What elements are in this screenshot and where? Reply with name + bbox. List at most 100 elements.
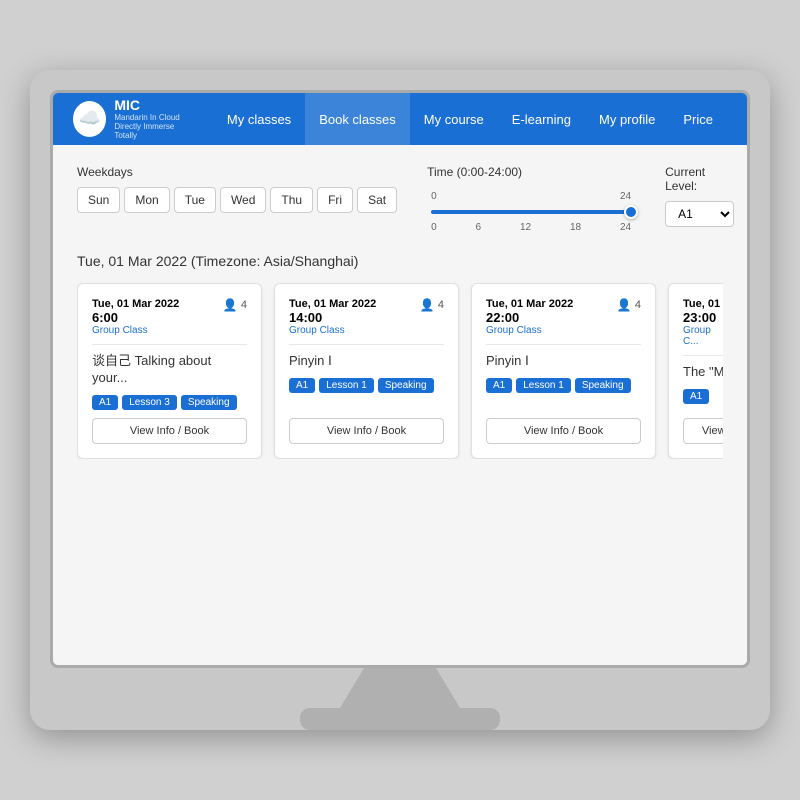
screen-content: ☁️ MIC Mandarin In Cloud Directly Immers… [53, 93, 747, 665]
level-filter: Current Level: A1 A2 B1 B2 [665, 165, 734, 227]
logo-icon: ☁️ [73, 101, 106, 137]
card-time-4: 23:00 [683, 310, 723, 325]
view-book-btn-3[interactable]: View Info / Book [486, 418, 641, 444]
logo-abbr: MIC [114, 98, 193, 113]
card-header-4: Tue, 01 23:00 Group C... 👤 4 [683, 298, 723, 347]
logo-name: Mandarin In Cloud [114, 113, 193, 122]
class-card-2: Tue, 01 Mar 2022 14:00 Group Class 👤 4 P… [274, 283, 459, 459]
nav-my-classes[interactable]: My classes [213, 93, 305, 145]
card-time-1: 6:00 [92, 310, 179, 325]
slider-label-24: 24 [620, 222, 631, 233]
card-time-3: 22:00 [486, 310, 573, 325]
weekday-tue[interactable]: Tue [174, 187, 216, 213]
slider-fill [431, 210, 631, 214]
view-book-btn-2[interactable]: View Info / Book [289, 418, 444, 444]
slider-top-max: 24 [620, 191, 631, 202]
filters-row: Weekdays Sun Mon Tue Wed Thu Fri Sat [77, 165, 723, 233]
card-date-3: Tue, 01 Mar 2022 [486, 298, 573, 310]
card-title-4: The "M... [683, 364, 723, 381]
nav-my-course[interactable]: My course [410, 93, 498, 145]
time-label: Time (0:00-24:00) [427, 165, 635, 179]
nav-e-learning[interactable]: E-learning [498, 93, 585, 145]
weekday-wed[interactable]: Wed [220, 187, 266, 213]
nav-logo: ☁️ MIC Mandarin In Cloud Directly Immers… [73, 98, 193, 140]
view-book-btn-1[interactable]: View Info / Book [92, 418, 247, 444]
card-type-3[interactable]: Group Class [486, 325, 573, 336]
view-book-btn-4[interactable]: View... [683, 418, 723, 444]
time-slider-container: 0 24 0 6 12 18 [427, 191, 635, 233]
main-content: Weekdays Sun Mon Tue Wed Thu Fri Sat [53, 145, 747, 665]
card-type-1[interactable]: Group Class [92, 325, 179, 336]
tag-a1-1: A1 [92, 395, 118, 410]
card-title-2: Pinyin Ⅰ [289, 353, 444, 370]
level-select[interactable]: A1 A2 B1 B2 [665, 201, 734, 227]
card-tags-1: A1 Lesson 3 Speaking [92, 395, 247, 410]
monitor-stand-base [300, 708, 500, 730]
card-capacity-2: 👤 4 [420, 298, 444, 312]
weekday-fri[interactable]: Fri [317, 187, 353, 213]
card-date-1: Tue, 01 Mar 2022 [92, 298, 179, 310]
weekdays-label: Weekdays [77, 165, 397, 179]
class-card-3: Tue, 01 Mar 2022 22:00 Group Class 👤 4 P… [471, 283, 656, 459]
capacity-count-1: 4 [241, 299, 247, 311]
nav-price[interactable]: Price [669, 93, 727, 145]
card-type-4[interactable]: Group C... [683, 325, 723, 347]
date-heading: Tue, 01 Mar 2022 (Timezone: Asia/Shangha… [77, 253, 723, 269]
capacity-icon-2: 👤 [420, 298, 435, 312]
tag-a1-3: A1 [486, 378, 512, 393]
monitor-stand-neck [340, 668, 460, 708]
card-header-3: Tue, 01 Mar 2022 22:00 Group Class 👤 4 [486, 298, 641, 336]
slider-bottom-labels: 0 6 12 18 24 [431, 222, 631, 233]
weekday-sat[interactable]: Sat [357, 187, 397, 213]
capacity-icon-3: 👤 [617, 298, 632, 312]
card-tags-4: A1 [683, 389, 723, 404]
nav-book-classes[interactable]: Book classes [305, 93, 410, 145]
slider-thumb[interactable] [624, 205, 638, 219]
capacity-count-3: 4 [635, 299, 641, 311]
card-time-2: 14:00 [289, 310, 376, 325]
card-date-4: Tue, 01 [683, 298, 723, 310]
card-capacity-1: 👤 4 [223, 298, 247, 312]
weekdays-filter: Weekdays Sun Mon Tue Wed Thu Fri Sat [77, 165, 397, 213]
monitor-screen: ☁️ MIC Mandarin In Cloud Directly Immers… [50, 90, 750, 668]
divider-2 [289, 344, 444, 345]
capacity-icon-1: 👤 [223, 298, 238, 312]
navbar: ☁️ MIC Mandarin In Cloud Directly Immers… [53, 93, 747, 145]
tag-a1-2: A1 [289, 378, 315, 393]
tag-speaking-1: Speaking [181, 395, 237, 410]
divider-3 [486, 344, 641, 345]
divider-1 [92, 344, 247, 345]
tag-lesson-3: Lesson 1 [516, 378, 571, 393]
cloud-icon: ☁️ [78, 108, 100, 129]
weekday-mon[interactable]: Mon [124, 187, 169, 213]
level-label: Current Level: [665, 165, 734, 193]
monitor: ☁️ MIC Mandarin In Cloud Directly Immers… [30, 70, 770, 730]
logo-subtext: Directly Immerse Totally [114, 122, 193, 140]
weekday-buttons: Sun Mon Tue Wed Thu Fri Sat [77, 187, 397, 213]
capacity-count-2: 4 [438, 299, 444, 311]
card-capacity-3: 👤 4 [617, 298, 641, 312]
tag-lesson-1: Lesson 3 [122, 395, 177, 410]
slider-label-12: 12 [520, 222, 531, 233]
slider-track[interactable] [431, 210, 631, 214]
tag-speaking-2: Speaking [378, 378, 434, 393]
tag-speaking-3: Speaking [575, 378, 631, 393]
tag-a1-4: A1 [683, 389, 709, 404]
class-card-4: Tue, 01 23:00 Group C... 👤 4 The "M... [668, 283, 723, 459]
nav-my-profile[interactable]: My profile [585, 93, 669, 145]
class-card-1: Tue, 01 Mar 2022 6:00 Group Class 👤 4 谈自… [77, 283, 262, 459]
card-type-2[interactable]: Group Class [289, 325, 376, 336]
nav-links: My classes Book classes My course E-lear… [213, 93, 727, 145]
card-date-2: Tue, 01 Mar 2022 [289, 298, 376, 310]
slider-label-6: 6 [476, 222, 482, 233]
cards-row: Tue, 01 Mar 2022 6:00 Group Class 👤 4 谈自… [77, 283, 723, 459]
weekday-thu[interactable]: Thu [270, 187, 313, 213]
slider-top-labels: 0 24 [431, 191, 631, 202]
card-title-3: Pinyin Ⅰ [486, 353, 641, 370]
card-header-1: Tue, 01 Mar 2022 6:00 Group Class 👤 4 [92, 298, 247, 336]
slider-top-min: 0 [431, 191, 437, 202]
weekday-sun[interactable]: Sun [77, 187, 120, 213]
card-title-1: 谈自己 Talking about your... [92, 353, 247, 387]
card-header-2: Tue, 01 Mar 2022 14:00 Group Class 👤 4 [289, 298, 444, 336]
card-tags-3: A1 Lesson 1 Speaking [486, 378, 641, 393]
